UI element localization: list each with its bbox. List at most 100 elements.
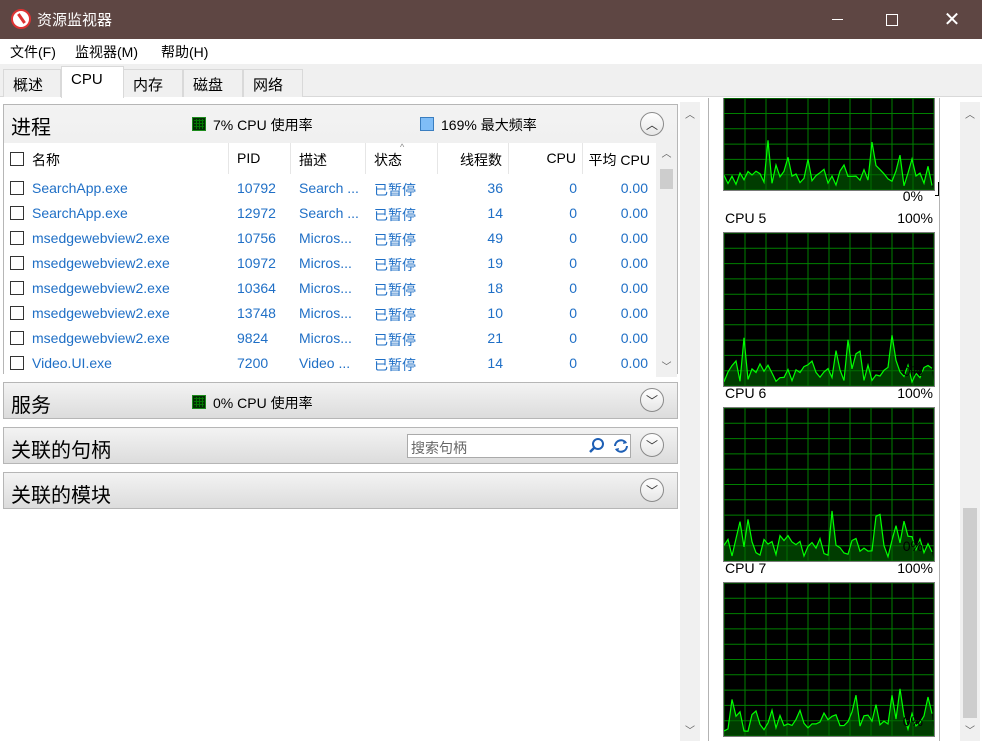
- process-cpu: 0: [569, 330, 577, 346]
- process-threads: 14: [487, 205, 503, 221]
- close-button[interactable]: ✕: [927, 0, 977, 39]
- row-checkbox[interactable]: [10, 306, 24, 320]
- services-title: 服务: [11, 395, 51, 417]
- tab-disk[interactable]: 磁盘: [183, 69, 243, 97]
- services-cpu-meter-icon: [192, 395, 206, 409]
- row-checkbox[interactable]: [10, 331, 24, 345]
- process-table-scrollbar[interactable]: ︿ ﹀: [656, 143, 677, 377]
- search-icon[interactable]: [588, 437, 606, 455]
- process-description: Micros...: [299, 305, 352, 321]
- process-description: Micros...: [299, 280, 352, 296]
- row-checkbox[interactable]: [10, 256, 24, 270]
- menu-file[interactable]: 文件(F): [10, 42, 56, 62]
- cpu-5-label: CPU 5: [725, 210, 767, 226]
- process-pid: 7200: [237, 355, 269, 371]
- scroll-down-arrow-icon[interactable]: ﹀: [960, 722, 980, 737]
- table-row[interactable]: msedgewebview2.exe 13748 Micros... 已暂停 10 0 0.…: [4, 301, 656, 326]
- refresh-icon[interactable]: [612, 437, 630, 455]
- cpu-6-max-label: 100%: [897, 385, 933, 401]
- scrollbar-thumb[interactable]: [963, 508, 977, 718]
- max-frequency-text: 169% 最大频率: [441, 117, 537, 133]
- menu-help[interactable]: 帮助(H): [161, 42, 208, 62]
- handle-search-input[interactable]: 搜索句柄: [407, 434, 631, 458]
- process-status: 已暂停: [374, 357, 416, 373]
- scroll-down-arrow-icon[interactable]: ﹀: [680, 722, 700, 737]
- scroll-up-arrow-icon[interactable]: ︿: [680, 106, 700, 121]
- row-checkbox[interactable]: [10, 206, 24, 220]
- row-checkbox[interactable]: [10, 281, 24, 295]
- process-name: msedgewebview2.exe: [32, 330, 170, 346]
- scroll-up-arrow-icon[interactable]: ︿: [656, 145, 677, 160]
- process-average-cpu: 0.00: [620, 205, 648, 221]
- table-row[interactable]: Video.UI.exe 7200 Video ... 已暂停 14 0 0.00: [4, 351, 656, 376]
- row-checkbox[interactable]: [10, 181, 24, 195]
- process-cpu: 0: [569, 205, 577, 221]
- column-header-average-cpu[interactable]: 平均 CPU: [583, 143, 656, 174]
- process-status: 已暂停: [374, 182, 416, 198]
- column-header-name[interactable]: 名称: [4, 143, 229, 174]
- collapse-chevron-icon[interactable]: ︿: [640, 112, 664, 136]
- handles-section[interactable]: 关联的句柄 搜索句柄 ﹀: [3, 427, 678, 464]
- column-header-description[interactable]: 描述: [291, 143, 366, 174]
- process-threads: 49: [487, 230, 503, 246]
- tab-bar: 概述 CPU 内存 磁盘 网络: [0, 64, 982, 98]
- process-pid: 10756: [237, 230, 276, 246]
- menu-monitor[interactable]: 监视器(M): [75, 42, 138, 62]
- tab-memory[interactable]: 内存: [123, 69, 183, 97]
- cpu-7-min-label: 0%: [902, 713, 923, 729]
- expand-chevron-icon[interactable]: ﹀: [640, 433, 664, 457]
- expand-chevron-icon[interactable]: ﹀: [640, 388, 664, 412]
- row-checkbox[interactable]: [10, 231, 24, 245]
- maximize-button[interactable]: [867, 0, 917, 39]
- process-cpu: 0: [569, 355, 577, 371]
- table-row[interactable]: msedgewebview2.exe 10972 Micros... 已暂停 19 0 0.…: [4, 251, 656, 276]
- table-row[interactable]: msedgewebview2.exe 10364 Micros... 已暂停 18 0 0.…: [4, 276, 656, 301]
- graph-pane: ︿ ﹀ 0% CPU 5 100% 0% CPU 6 100% 0% CPU 7…: [680, 98, 982, 741]
- cpu-graph-4-plot: [723, 98, 935, 191]
- row-checkbox[interactable]: [10, 356, 24, 370]
- table-row[interactable]: SearchApp.exe 12972 Search ... 已暂停 14 0 0.00: [4, 201, 656, 226]
- column-header-status[interactable]: 状态 ^: [366, 142, 438, 174]
- process-status: 已暂停: [374, 307, 416, 323]
- scrollbar-thumb[interactable]: [660, 169, 673, 189]
- table-row[interactable]: msedgewebview2.exe 9824 Micros... 已暂停 21 0 0.0…: [4, 326, 656, 351]
- cpu-usage-meter-icon: [192, 117, 206, 131]
- resource-monitor-icon: [11, 9, 31, 29]
- process-name: msedgewebview2.exe: [32, 280, 170, 296]
- modules-section[interactable]: 关联的模块 ﹀: [3, 472, 678, 509]
- tab-cpu[interactable]: CPU: [61, 66, 124, 98]
- process-name: SearchApp.exe: [32, 180, 128, 196]
- process-threads: 14: [487, 355, 503, 371]
- table-row[interactable]: msedgewebview2.exe 10756 Micros... 已暂停 49 0 0.…: [4, 226, 656, 251]
- graphs-scrollbar[interactable]: ︿ ﹀: [960, 102, 980, 741]
- pane-splitter-scrollbar[interactable]: ︿ ﹀: [680, 102, 700, 741]
- select-all-checkbox[interactable]: [10, 152, 24, 166]
- table-row[interactable]: SearchApp.exe 10792 Search ... 已暂停 36 0 0.00: [4, 176, 656, 201]
- expand-chevron-icon[interactable]: ﹀: [640, 478, 664, 502]
- process-threads: 19: [487, 255, 503, 271]
- process-description: Search ...: [299, 205, 359, 221]
- column-header-cpu[interactable]: CPU: [509, 143, 583, 174]
- cpu-7-max-label: 100%: [897, 560, 933, 576]
- sort-ascending-icon: ^: [400, 142, 405, 152]
- process-pid: 10792: [237, 180, 276, 196]
- column-header-pid[interactable]: PID: [229, 143, 291, 174]
- process-average-cpu: 0.00: [620, 230, 648, 246]
- services-section[interactable]: 服务 0% CPU 使用率 ﹀: [3, 382, 678, 419]
- process-description: Micros...: [299, 255, 352, 271]
- cpu-graph-4: [723, 98, 935, 191]
- process-average-cpu: 0.00: [620, 255, 648, 271]
- process-name: msedgewebview2.exe: [32, 305, 170, 321]
- processes-title: 进程: [11, 117, 51, 139]
- processes-header[interactable]: 进程 7% CPU 使用率 169% 最大频率 ︿: [4, 105, 677, 141]
- process-description: Micros...: [299, 330, 352, 346]
- tab-overview[interactable]: 概述: [3, 69, 61, 97]
- process-average-cpu: 0.00: [620, 180, 648, 196]
- scroll-down-arrow-icon[interactable]: ﹀: [656, 358, 677, 373]
- column-header-threads[interactable]: 线程数: [438, 143, 509, 174]
- scroll-up-arrow-icon[interactable]: ︿: [960, 106, 980, 121]
- tab-network[interactable]: 网络: [243, 69, 303, 97]
- details-pane: 进程 7% CPU 使用率 169% 最大频率 ︿ 名称 PID 描述 状态 ^…: [0, 98, 680, 741]
- minimize-button[interactable]: [812, 0, 862, 39]
- process-cpu: 0: [569, 305, 577, 321]
